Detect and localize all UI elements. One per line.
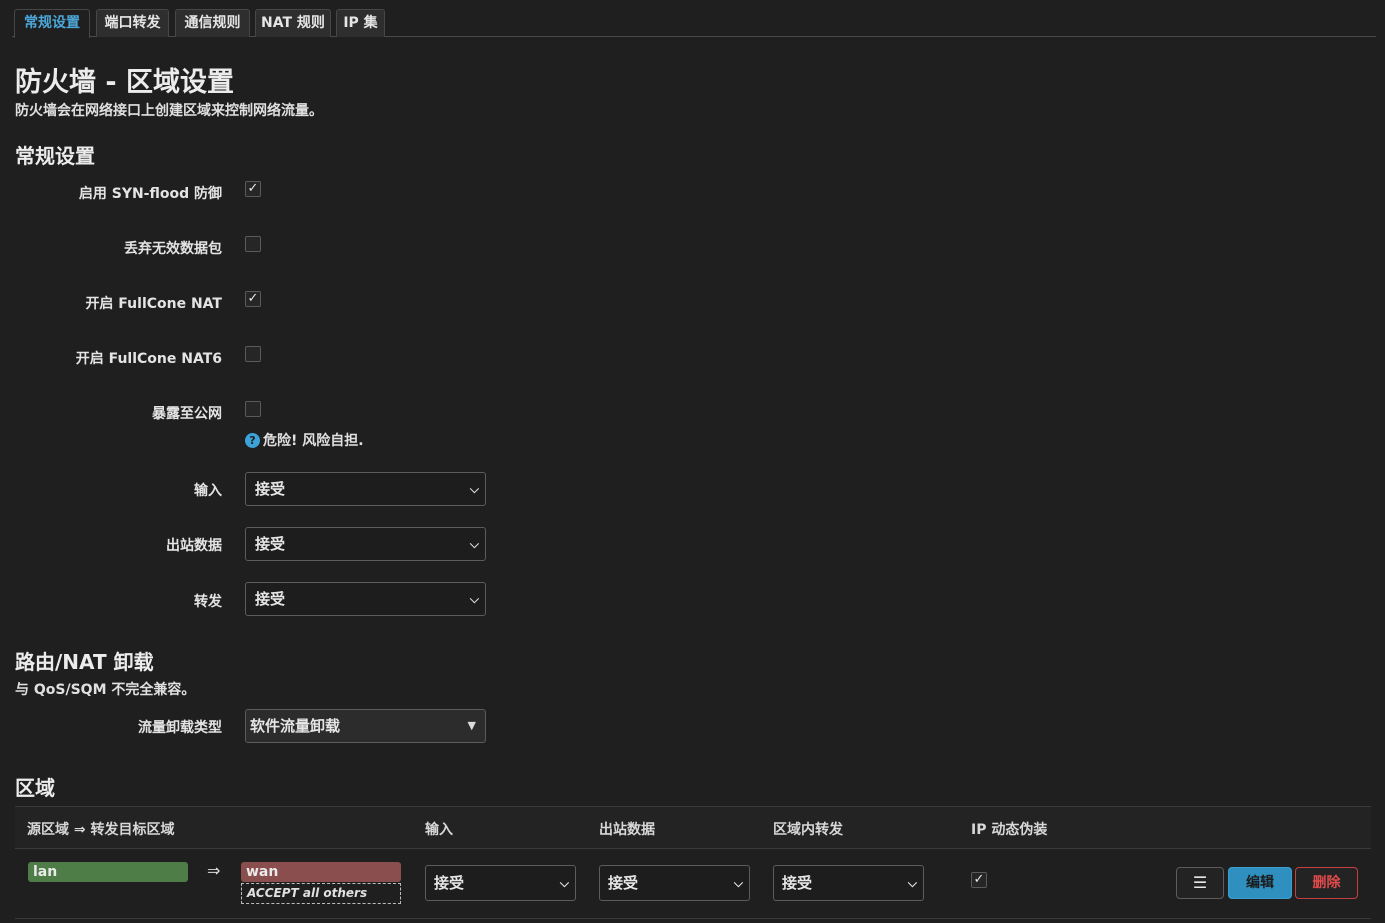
- tab-traffic-rules[interactable]: 通信规则: [175, 9, 250, 37]
- edit-button[interactable]: 编辑: [1228, 867, 1292, 899]
- tab-ipsets[interactable]: IP 集: [336, 9, 385, 37]
- forward-policy-select[interactable]: 接受 ⌵: [245, 582, 486, 616]
- section-heading-zones: 区域: [15, 776, 55, 800]
- source-zone-badge: lan: [28, 862, 188, 882]
- fullcone-nat-label: 开启 FullCone NAT: [85, 296, 222, 312]
- help-icon: ?: [245, 433, 260, 448]
- dest-zone-badge: wan: [241, 862, 401, 882]
- fullcone-nat6-label: 开启 FullCone NAT6: [75, 351, 222, 367]
- output-policy-label: 出站数据: [166, 538, 222, 554]
- drop-invalid-label: 丢弃无效数据包: [124, 241, 222, 257]
- drop-invalid-checkbox[interactable]: [245, 236, 261, 252]
- forward-policy-label: 转发: [194, 594, 222, 610]
- delete-button[interactable]: 删除: [1295, 867, 1358, 899]
- input-policy-label: 输入: [194, 483, 222, 499]
- expose-wan-checkbox[interactable]: [245, 401, 261, 417]
- chevron-down-icon: ⌵: [469, 482, 479, 496]
- expose-wan-hint-text: 危险! 风险自担.: [263, 433, 364, 449]
- page-description: 防火墙会在网络接口上创建区域来控制网络流量。: [15, 103, 323, 119]
- expose-wan-hint: ? 危险! 风险自担.: [245, 430, 364, 450]
- section-heading-general: 常规设置: [15, 144, 95, 168]
- syn-flood-checkbox[interactable]: ✓: [245, 181, 261, 197]
- zone-output-value: 接受: [608, 874, 639, 892]
- zone-forward-value: 接受: [782, 874, 813, 892]
- chevron-down-icon: ⌵: [559, 876, 569, 890]
- column-header-intra-forward: 区域内转发: [773, 822, 843, 838]
- tab-nat-rules[interactable]: NAT 规则: [255, 9, 331, 37]
- zones-table-header: 源区域 ⇒ 转发目标区域 输入 出站数据 区域内转发 IP 动态伪装: [15, 806, 1371, 849]
- offload-type-label: 流量卸载类型: [138, 720, 222, 736]
- zone-input-value: 接受: [434, 874, 465, 892]
- forward-arrow-icon: ⇒: [207, 861, 221, 880]
- offload-description: 与 QoS/SQM 不完全兼容。: [15, 682, 196, 698]
- input-policy-value: 接受: [255, 480, 286, 498]
- menu-icon: ☰: [1192, 873, 1208, 892]
- tab-general[interactable]: 常规设置: [14, 9, 90, 38]
- table-row: lan ⇒ wan ACCEPT all others 接受 ⌵ 接受 ⌵ 接受…: [15, 849, 1371, 919]
- zone-input-select[interactable]: 接受 ⌵: [425, 865, 576, 901]
- offload-type-value: 软件流量卸载: [250, 717, 341, 735]
- forward-policy-value: 接受: [255, 590, 286, 608]
- output-policy-value: 接受: [255, 535, 286, 553]
- dest-zone-policy: ACCEPT all others: [241, 883, 401, 904]
- section-heading-offload: 路由/NAT 卸载: [15, 650, 154, 674]
- chevron-down-icon: ⌵: [469, 592, 479, 606]
- page-title: 防火墙 - 区域设置: [15, 67, 235, 98]
- column-header-zone: 源区域 ⇒ 转发目标区域: [27, 822, 175, 838]
- tab-bar: 常规设置 端口转发 通信规则 NAT 规则 IP 集: [12, 8, 1376, 38]
- expose-wan-label: 暴露至公网: [152, 406, 222, 422]
- output-policy-select[interactable]: 接受 ⌵: [245, 527, 486, 561]
- offload-type-select[interactable]: 软件流量卸载 ▼: [245, 709, 486, 743]
- column-header-output: 出站数据: [599, 822, 655, 838]
- chevron-down-icon: ⌵: [733, 876, 743, 890]
- zone-output-select[interactable]: 接受 ⌵: [599, 865, 750, 901]
- fullcone-nat6-checkbox[interactable]: [245, 346, 261, 362]
- fullcone-nat-checkbox[interactable]: ✓: [245, 291, 261, 307]
- masquerade-checkbox[interactable]: ✓: [971, 872, 987, 888]
- input-policy-select[interactable]: 接受 ⌵: [245, 472, 486, 506]
- chevron-down-icon: ⌵: [907, 876, 917, 890]
- tab-port-forward[interactable]: 端口转发: [96, 9, 169, 37]
- drag-menu-button[interactable]: ☰: [1176, 867, 1224, 899]
- column-header-masquerade: IP 动态伪装: [971, 822, 1048, 838]
- syn-flood-label: 启用 SYN-flood 防御: [78, 186, 222, 202]
- column-header-input: 输入: [425, 822, 453, 838]
- zone-forward-select[interactable]: 接受 ⌵: [773, 865, 924, 901]
- triangle-down-icon: ▼: [467, 719, 476, 732]
- chevron-down-icon: ⌵: [469, 537, 479, 551]
